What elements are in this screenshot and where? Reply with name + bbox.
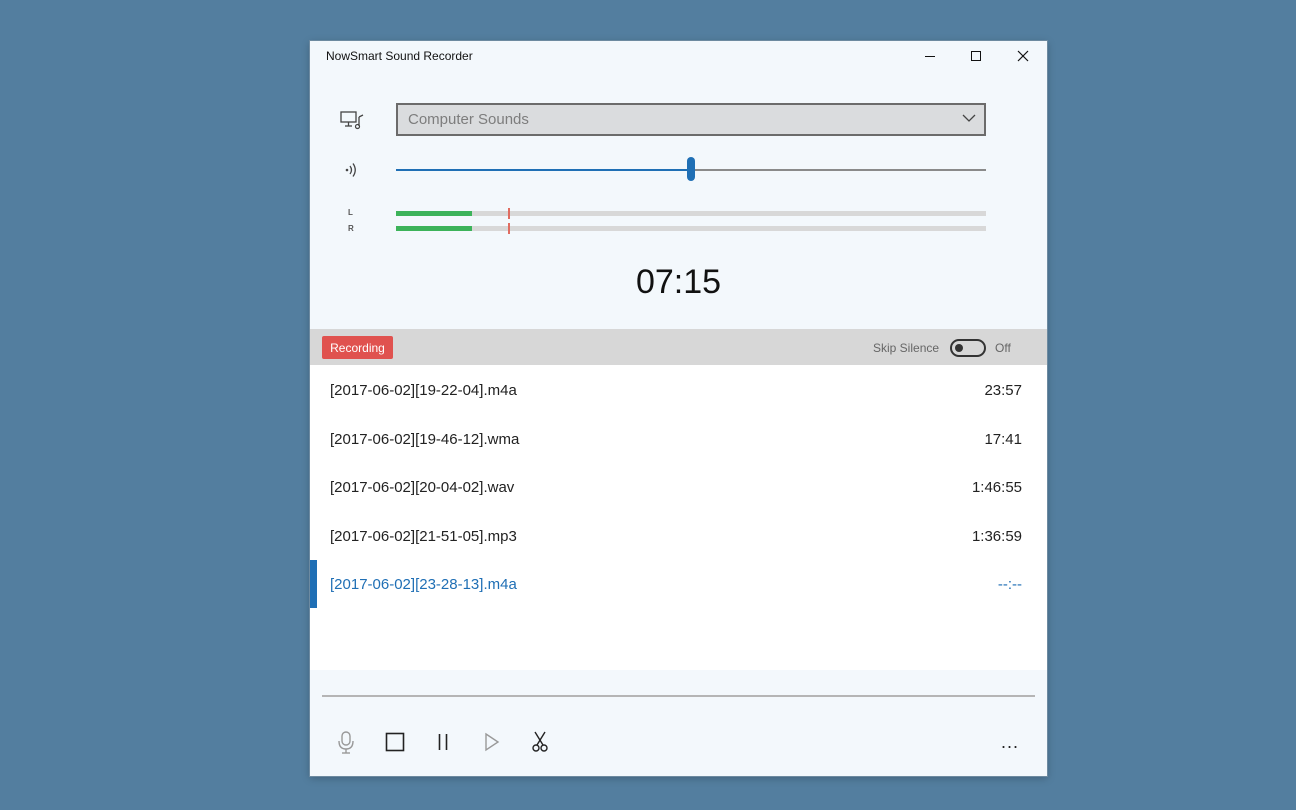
stop-icon	[385, 732, 405, 752]
recording-duration: 17:41	[984, 431, 1022, 448]
audio-source-value: Computer Sounds	[408, 111, 529, 128]
title-bar[interactable]: NowSmart Sound Recorder	[310, 41, 1047, 73]
recording-duration: 1:46:55	[971, 479, 1022, 496]
skip-silence-toggle[interactable]	[950, 339, 986, 357]
left-channel-label: L	[348, 208, 353, 217]
right-peak-marker	[508, 223, 511, 234]
toggle-knob	[955, 344, 963, 352]
recording-duration: 1:36:59	[971, 528, 1022, 545]
left-level-fill	[396, 211, 472, 216]
close-button[interactable]	[1000, 41, 1046, 71]
right-channel-label: R	[348, 224, 354, 233]
stop-button[interactable]	[379, 726, 411, 758]
volume-slider-fill	[396, 169, 691, 171]
list-item[interactable]: [2017-06-02][19-22-04].m4a 23:57	[310, 366, 1047, 414]
close-icon	[1017, 50, 1029, 62]
maximize-button[interactable]	[953, 41, 999, 71]
recording-duration: --:--	[997, 576, 1022, 593]
left-peak-marker	[508, 208, 511, 219]
play-button[interactable]	[476, 726, 508, 758]
trim-button[interactable]	[524, 726, 556, 758]
pause-icon	[438, 734, 448, 750]
volume-icon	[345, 163, 356, 177]
pause-button[interactable]	[427, 726, 459, 758]
right-level-fill	[396, 226, 472, 231]
list-item[interactable]: [2017-06-02][19-46-12].wma 17:41	[310, 415, 1047, 463]
microphone-icon	[338, 731, 354, 754]
computer-sounds-icon	[340, 111, 364, 130]
status-bar: Recording Skip Silence Off	[310, 329, 1047, 365]
skip-silence-label: Skip Silence	[873, 341, 940, 355]
scissors-icon	[532, 731, 548, 752]
list-item-selected[interactable]: [2017-06-02][23-28-13].m4a --:--	[310, 560, 1047, 608]
recording-name: [2017-06-02][23-28-13].m4a	[330, 576, 517, 593]
elapsed-timer: 07:15	[635, 263, 722, 301]
list-item[interactable]: [2017-06-02][21-51-05].mp3 1:36:59	[310, 512, 1047, 560]
recording-name: [2017-06-02][19-46-12].wma	[330, 431, 520, 448]
record-button[interactable]	[330, 726, 362, 758]
minimize-icon	[925, 56, 935, 57]
skip-silence-state: Off	[995, 341, 1011, 355]
chevron-down-icon	[962, 114, 976, 122]
volume-slider-thumb[interactable]	[687, 157, 695, 181]
recording-name: [2017-06-02][19-22-04].m4a	[330, 382, 517, 399]
recordings-list: [2017-06-02][19-22-04].m4a 23:57 [2017-0…	[310, 365, 1047, 670]
app-window: NowSmart Sound Recorder Computer Sounds …	[310, 41, 1047, 776]
maximize-icon	[971, 51, 981, 61]
app-title: NowSmart Sound Recorder	[326, 49, 473, 63]
volume-slider[interactable]	[396, 157, 986, 181]
more-options-button[interactable]: ...	[994, 726, 1026, 758]
minimize-button[interactable]	[907, 41, 953, 71]
recording-duration: 23:57	[984, 382, 1022, 399]
recording-status-badge: Recording	[322, 336, 393, 359]
playback-progress-bar[interactable]	[322, 695, 1035, 697]
play-icon	[485, 732, 500, 752]
recording-name: [2017-06-02][21-51-05].mp3	[330, 528, 517, 545]
list-item[interactable]: [2017-06-02][20-04-02].wav 1:46:55	[310, 463, 1047, 511]
right-level-meter	[396, 223, 986, 234]
selection-indicator	[310, 560, 317, 608]
recording-name: [2017-06-02][20-04-02].wav	[330, 479, 515, 496]
audio-source-dropdown[interactable]: Computer Sounds	[396, 103, 986, 136]
left-level-meter	[396, 208, 986, 219]
